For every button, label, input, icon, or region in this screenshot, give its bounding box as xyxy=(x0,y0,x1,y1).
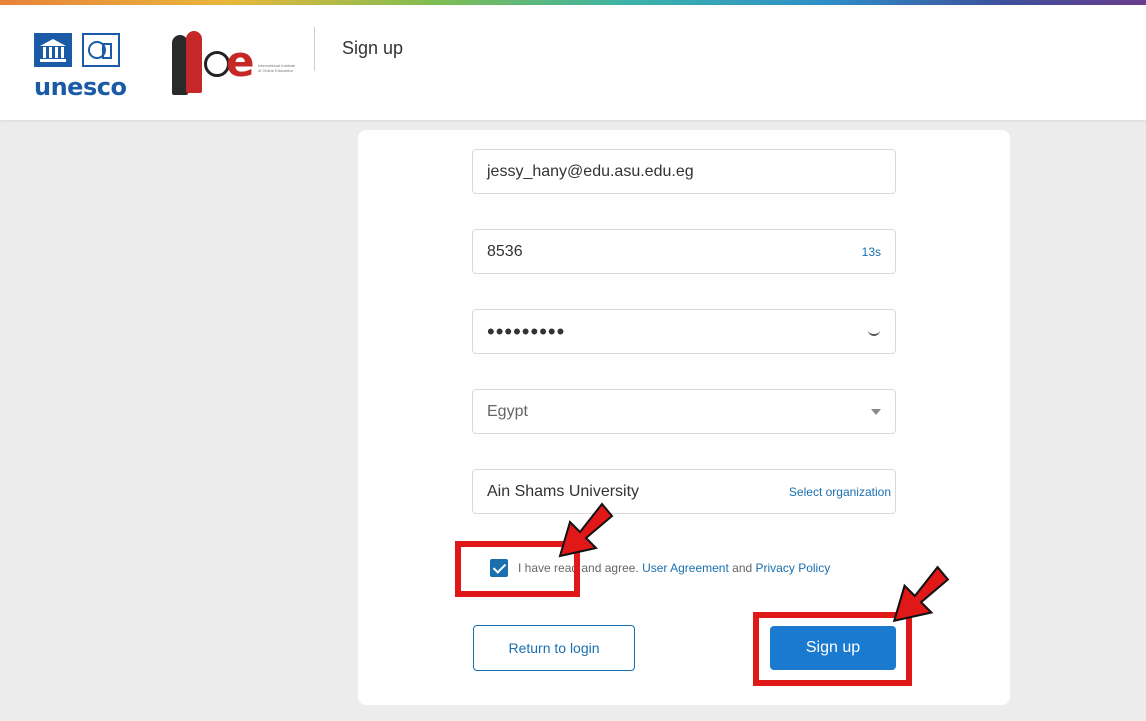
return-to-login-button[interactable]: Return to login xyxy=(473,625,635,671)
country-select[interactable]: Egypt xyxy=(472,389,896,434)
password-field[interactable]: ••••••••• xyxy=(472,309,896,354)
unesco-chair-icon xyxy=(82,33,120,67)
logo-figure-red xyxy=(186,31,202,93)
chevron-down-icon xyxy=(871,408,881,415)
annotation-arrow-checkbox xyxy=(558,502,614,558)
unesco-wordmark: unesco xyxy=(34,73,127,101)
user-agreement-link[interactable]: User Agreement xyxy=(642,561,729,575)
hide-password-icon[interactable] xyxy=(867,328,881,336)
iioe-logo: e International Institute of Online Educ… xyxy=(160,27,300,103)
organization-field[interactable]: Ain Shams University Select organization xyxy=(472,469,896,514)
page-header: unesco e International Institute of Onli… xyxy=(0,5,1146,120)
logo-caption: International Institute of Online Educat… xyxy=(258,63,296,73)
privacy-policy-link[interactable]: Privacy Policy xyxy=(756,561,831,575)
select-organization-link[interactable]: Select organization xyxy=(789,485,891,499)
code-countdown: 13s xyxy=(861,244,881,259)
annotation-arrow-signup xyxy=(892,565,950,623)
page-title: Sign up xyxy=(342,38,404,58)
unesco-logo: unesco xyxy=(34,33,144,103)
verification-code-field[interactable]: 8536 13s xyxy=(472,229,896,274)
unesco-temple-icon xyxy=(34,33,72,67)
header-divider xyxy=(314,27,315,71)
email-field[interactable]: jessy_hany@edu.asu.edu.eg xyxy=(472,149,896,194)
